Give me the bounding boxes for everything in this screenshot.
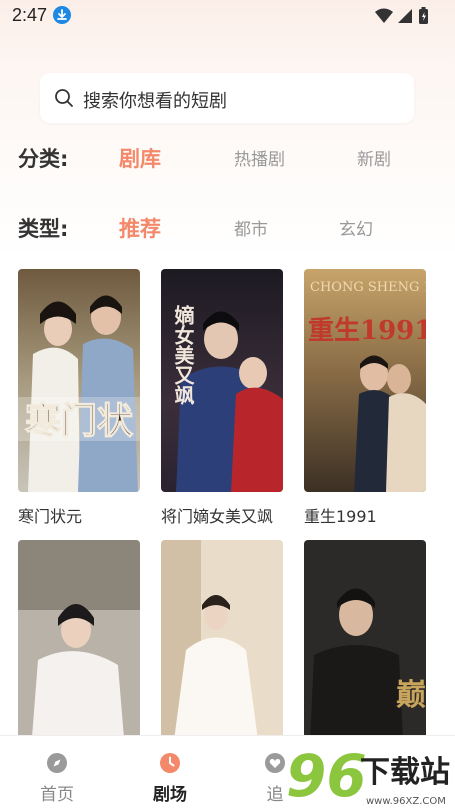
- search-input[interactable]: 搜索你想看的短剧: [40, 73, 414, 123]
- drama-title: 重生1991: [304, 507, 377, 526]
- drama-poster: 嫡女美又飒: [161, 269, 283, 492]
- type-option-recommend[interactable]: 推荐: [119, 213, 161, 243]
- type-option-urban[interactable]: 都市: [234, 215, 268, 240]
- type-label: 类型:: [18, 217, 69, 241]
- drama-title: 寒门状元: [18, 507, 83, 526]
- status-icons: [373, 6, 433, 26]
- wifi-icon: [375, 8, 393, 23]
- drama-poster: 巅: [304, 540, 426, 763]
- svg-text:巅: 巅: [396, 678, 426, 713]
- battery-icon: [419, 7, 428, 24]
- nav-theater-label: 剧场: [153, 785, 187, 805]
- category-option-library[interactable]: 剧库: [119, 143, 161, 173]
- drama-title: 将门嫡女美又飒: [161, 507, 274, 526]
- download-icon: [53, 6, 71, 24]
- svg-text:www.96XZ.COM: www.96XZ.COM: [366, 796, 446, 807]
- nav-home[interactable]: 首页: [17, 736, 97, 809]
- drama-poster: [18, 540, 140, 763]
- svg-text:重生1991: 重生1991: [308, 316, 426, 346]
- drama-poster: 寒门状: [18, 269, 140, 492]
- category-label: 分类:: [18, 147, 69, 171]
- status-bar: 2:47: [0, 0, 455, 32]
- compass-icon: [46, 752, 68, 774]
- category-option-hot[interactable]: 热播剧: [234, 145, 285, 170]
- signal-icon: [398, 9, 412, 23]
- search-placeholder: 搜索你想看的短剧: [83, 91, 227, 112]
- svg-text:CHONG SHENG 1991: CHONG SHENG 1991: [310, 280, 426, 295]
- clock-icon: [159, 752, 181, 774]
- svg-text:寒门状: 寒门状: [25, 400, 134, 442]
- nav-theater[interactable]: 剧场: [130, 736, 210, 809]
- nav-home-label: 首页: [40, 785, 74, 805]
- svg-text:嫡女美又飒: 嫡女美又飒: [171, 304, 195, 406]
- search-icon: [54, 88, 74, 108]
- svg-text:96: 96: [286, 742, 367, 809]
- status-time: 2:47: [12, 5, 48, 25]
- watermark-logo: 96 下载站 www.96XZ.COM: [282, 738, 455, 809]
- category-filter: 分类: 剧库 热播剧 新剧: [0, 137, 455, 177]
- category-option-new[interactable]: 新剧: [357, 145, 391, 170]
- drama-poster: [161, 540, 283, 763]
- type-option-fantasy[interactable]: 玄幻: [339, 215, 373, 240]
- drama-poster: CHONG SHENG 1991 重生1991: [304, 269, 426, 492]
- svg-text:下载站: 下载站: [360, 755, 450, 790]
- type-filter: 类型: 推荐 都市 玄幻: [0, 207, 455, 247]
